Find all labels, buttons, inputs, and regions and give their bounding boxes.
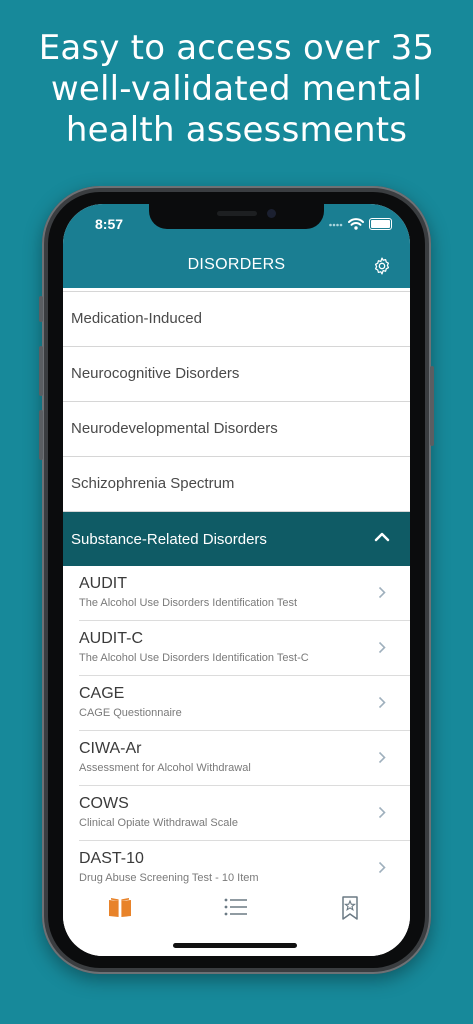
navigation-bar: DISORDERS	[63, 244, 410, 288]
book-icon[interactable]	[107, 895, 133, 921]
category-substance-related[interactable]: Substance-Related Disorders	[63, 512, 410, 566]
signal-icon	[329, 223, 343, 227]
chevron-up-icon[interactable]	[374, 532, 390, 542]
phone-volume-down	[39, 410, 43, 460]
category-label: Neurodevelopmental Disorders	[71, 420, 278, 437]
assessment-cage[interactable]: CAGE CAGE Questionnaire	[79, 676, 410, 731]
chevron-right-icon	[378, 586, 386, 599]
disorder-list: Medication-Induced Neurocognitive Disord…	[63, 288, 410, 896]
list-icon[interactable]	[223, 895, 249, 921]
promo-line-1: Easy to access over 35	[38, 28, 435, 68]
phone-volume-up	[39, 346, 43, 396]
front-camera	[267, 209, 276, 218]
phone-mute-switch	[39, 296, 43, 322]
category-schizophrenia[interactable]: Schizophrenia Spectrum	[63, 457, 410, 512]
gear-icon[interactable]	[372, 256, 392, 276]
assessment-title: CIWA-Ar	[79, 740, 142, 757]
assessment-title: AUDIT-C	[79, 630, 143, 647]
assessment-title: COWS	[79, 795, 129, 812]
assessment-subtitle: Clinical Opiate Withdrawal Scale	[79, 817, 238, 829]
phone-side-button	[430, 366, 434, 446]
promo-line-2: well-validated mental	[50, 69, 423, 109]
speaker-grille	[217, 211, 257, 216]
battery-icon	[369, 218, 392, 230]
assessment-cows[interactable]: COWS Clinical Opiate Withdrawal Scale	[79, 786, 410, 841]
assessment-subtitle: Assessment for Alcohol Withdrawal	[79, 762, 251, 774]
chevron-right-icon	[378, 806, 386, 819]
category-label: Schizophrenia Spectrum	[71, 475, 235, 492]
assessment-title: CAGE	[79, 685, 125, 702]
assessment-subtitle: The Alcohol Use Disorders Identification…	[79, 597, 298, 609]
chevron-right-icon	[378, 751, 386, 764]
chevron-right-icon	[378, 641, 386, 654]
wifi-icon	[348, 218, 364, 230]
chevron-right-icon	[378, 696, 386, 709]
assessment-subtitle: The Alcohol Use Disorders Identification…	[79, 652, 309, 664]
home-indicator[interactable]	[173, 943, 297, 948]
assessment-ciwa-ar[interactable]: CIWA-Ar Assessment for Alcohol Withdrawa…	[79, 731, 410, 786]
assessment-title: DAST-10	[79, 850, 144, 867]
status-time: 8:57	[95, 216, 124, 232]
category-label: Substance-Related Disorders	[71, 531, 267, 548]
assessment-title: AUDIT	[79, 575, 127, 592]
category-label: Medication-Induced	[71, 310, 202, 327]
promo-line-3: health assessments	[65, 110, 408, 150]
category-medication-induced[interactable]: Medication-Induced	[63, 292, 410, 347]
bookmark-star-icon[interactable]	[337, 895, 363, 921]
category-neurodevelopmental[interactable]: Neurodevelopmental Disorders	[63, 402, 410, 457]
promo-headline: Easy to access over 35 well-validated me…	[0, 28, 473, 151]
phone-notch	[149, 204, 324, 229]
assessment-audit-c[interactable]: AUDIT-C The Alcohol Use Disorders Identi…	[79, 621, 410, 676]
assessment-subtitle: Drug Abuse Screening Test - 10 Item	[79, 872, 259, 884]
app-screen: 8:57 DISORDERS Medication-Induced Neuroc…	[63, 204, 410, 956]
page-title: DISORDERS	[187, 256, 286, 273]
chevron-right-icon	[378, 861, 386, 874]
assessment-subtitle: CAGE Questionnaire	[79, 707, 182, 719]
category-label: Neurocognitive Disorders	[71, 365, 240, 382]
category-neurocognitive[interactable]: Neurocognitive Disorders	[63, 347, 410, 402]
assessment-audit[interactable]: AUDIT The Alcohol Use Disorders Identifi…	[79, 566, 410, 621]
